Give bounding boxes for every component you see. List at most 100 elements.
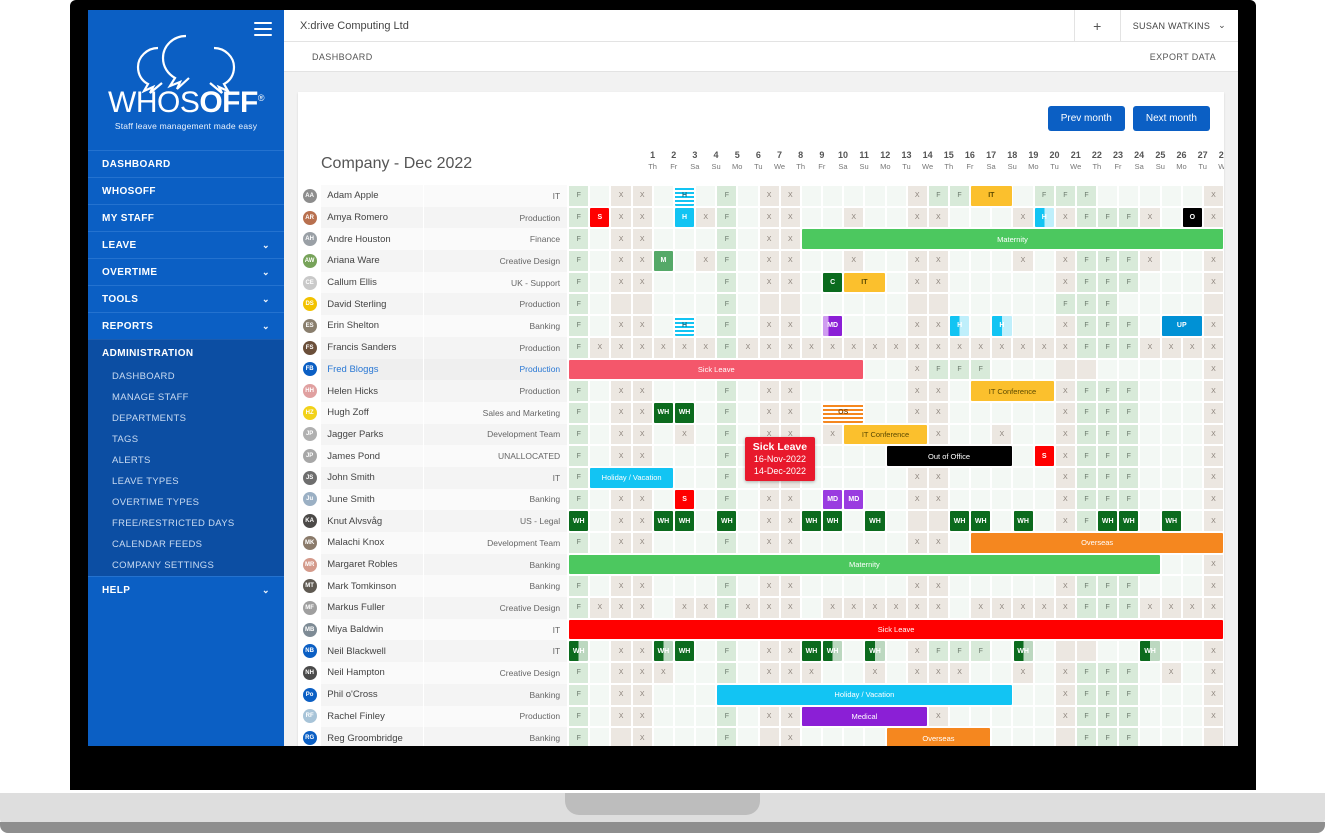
day-cell[interactable] xyxy=(1181,271,1203,294)
day-cell[interactable] xyxy=(652,380,674,402)
day-cell[interactable] xyxy=(991,575,1013,598)
day-cell[interactable]: F xyxy=(1097,597,1119,619)
leave-chip[interactable]: WH xyxy=(865,511,885,531)
day-cell[interactable]: F xyxy=(1118,466,1140,489)
day-cell[interactable]: X xyxy=(779,510,801,532)
day-cell[interactable]: F xyxy=(568,380,590,402)
leave-chip[interactable]: H xyxy=(674,316,695,336)
day-cell[interactable]: F xyxy=(1075,445,1098,467)
day-cell[interactable] xyxy=(589,401,611,424)
day-cell[interactable]: X xyxy=(1033,597,1055,619)
day-cell[interactable]: X xyxy=(779,250,801,272)
day-cell[interactable] xyxy=(1033,640,1055,663)
day-cell[interactable]: F xyxy=(1075,705,1098,728)
day-cell[interactable]: F xyxy=(1097,336,1119,359)
day-cell[interactable] xyxy=(673,228,696,251)
day-cell[interactable] xyxy=(1139,293,1161,316)
day-cell[interactable] xyxy=(822,206,844,229)
day-cell[interactable] xyxy=(652,315,674,337)
day-cell[interactable] xyxy=(800,293,823,316)
day-cell[interactable] xyxy=(991,206,1013,229)
day-cell[interactable]: F xyxy=(716,662,738,684)
day-cell[interactable] xyxy=(864,466,886,489)
day-cell[interactable] xyxy=(1181,488,1203,511)
day-cell[interactable]: X xyxy=(779,228,801,251)
day-cell[interactable]: X xyxy=(970,336,992,359)
day-cell[interactable]: F xyxy=(1118,662,1140,684)
table-row[interactable]: RF Rachel Finley Production F X X F X X X X F F F X Med… xyxy=(298,705,1224,728)
day-cell[interactable] xyxy=(1075,358,1098,381)
day-cell[interactable]: X xyxy=(1160,662,1182,684)
day-cell[interactable] xyxy=(737,315,759,337)
day-cell[interactable]: F xyxy=(716,640,738,663)
day-cell[interactable]: X xyxy=(758,380,780,402)
day-cell[interactable] xyxy=(1139,358,1161,381)
day-cell[interactable] xyxy=(652,206,674,229)
day-cell[interactable]: F xyxy=(1075,727,1098,746)
day-cell[interactable]: X xyxy=(610,228,632,251)
day-cell[interactable]: X xyxy=(631,401,653,424)
employee-name-cell[interactable]: Miya Baldwin xyxy=(321,618,424,641)
day-cell[interactable] xyxy=(695,662,717,684)
day-cell[interactable] xyxy=(589,727,611,746)
day-cell[interactable] xyxy=(1118,185,1140,207)
day-cell[interactable] xyxy=(991,293,1013,316)
day-cell[interactable]: X xyxy=(589,597,611,619)
day-cell[interactable]: F xyxy=(1075,206,1098,229)
day-cell[interactable]: X xyxy=(1202,510,1224,532)
export-data-button[interactable]: EXPORT DATA xyxy=(1150,52,1238,62)
leave-chip[interactable]: WH xyxy=(569,641,589,662)
day-cell[interactable]: X xyxy=(885,597,907,619)
day-cell[interactable]: X xyxy=(906,380,928,402)
day-cell[interactable] xyxy=(970,705,992,728)
day-cell[interactable] xyxy=(1139,683,1161,706)
day-cell[interactable] xyxy=(970,423,992,446)
day-cell[interactable]: X xyxy=(779,185,801,207)
day-cell[interactable] xyxy=(1012,575,1034,598)
day-cell[interactable] xyxy=(822,293,844,316)
day-cell[interactable]: F xyxy=(1118,401,1140,424)
day-cell[interactable] xyxy=(885,640,907,663)
day-cell[interactable] xyxy=(695,532,717,554)
day-cell[interactable] xyxy=(652,445,674,467)
day-cell[interactable] xyxy=(822,380,844,402)
sidebar-item-tools[interactable]: TOOLS ⌄ xyxy=(88,285,284,312)
day-cell[interactable]: X xyxy=(843,336,865,359)
leave-chip[interactable]: WH xyxy=(950,511,970,531)
day-cell[interactable]: F xyxy=(716,401,738,424)
day-cell[interactable]: X xyxy=(1202,640,1224,663)
day-cell[interactable]: F xyxy=(568,185,590,207)
day-cell[interactable]: X xyxy=(758,401,780,424)
day-cell[interactable] xyxy=(1160,705,1182,728)
day-cell[interactable]: X xyxy=(631,597,653,619)
day-cell[interactable] xyxy=(652,271,674,294)
day-cell[interactable] xyxy=(673,445,696,467)
leave-chip[interactable]: Sick Leave xyxy=(569,619,1224,640)
day-cell[interactable]: F xyxy=(568,488,590,511)
table-row[interactable]: MR Margaret Robles Banking X Maternity xyxy=(298,553,1224,576)
day-cell[interactable]: X xyxy=(1054,315,1076,337)
day-cell[interactable] xyxy=(695,683,717,706)
leave-chip[interactable]: Holiday / Vacation xyxy=(717,684,1012,705)
day-cell[interactable]: X xyxy=(631,683,653,706)
day-cell[interactable] xyxy=(800,532,823,554)
day-cell[interactable]: F xyxy=(568,250,590,272)
employee-name-cell[interactable]: Markus Fuller xyxy=(321,597,424,619)
table-row[interactable]: KA Knut Alvsvåg US - Legal X X X X X F X WH WH WH WH W… xyxy=(298,510,1224,532)
leave-chip[interactable]: MD xyxy=(844,489,864,510)
employee-name-cell[interactable]: Neil Hampton xyxy=(321,662,424,684)
day-cell[interactable] xyxy=(1033,401,1055,424)
sidebar-subitem-manage-staff[interactable]: MANAGE STAFF xyxy=(88,387,284,408)
day-cell[interactable]: X xyxy=(906,662,928,684)
day-cell[interactable]: X xyxy=(779,575,801,598)
day-cell[interactable]: X xyxy=(610,315,632,337)
day-cell[interactable]: X xyxy=(695,597,717,619)
day-cell[interactable]: F xyxy=(568,271,590,294)
day-cell[interactable] xyxy=(948,597,971,619)
day-cell[interactable]: X xyxy=(631,380,653,402)
day-cell[interactable] xyxy=(1033,466,1055,489)
day-cell[interactable]: X xyxy=(864,597,886,619)
day-cell[interactable] xyxy=(948,250,971,272)
day-cell[interactable]: X xyxy=(631,640,653,663)
day-cell[interactable] xyxy=(1033,271,1055,294)
